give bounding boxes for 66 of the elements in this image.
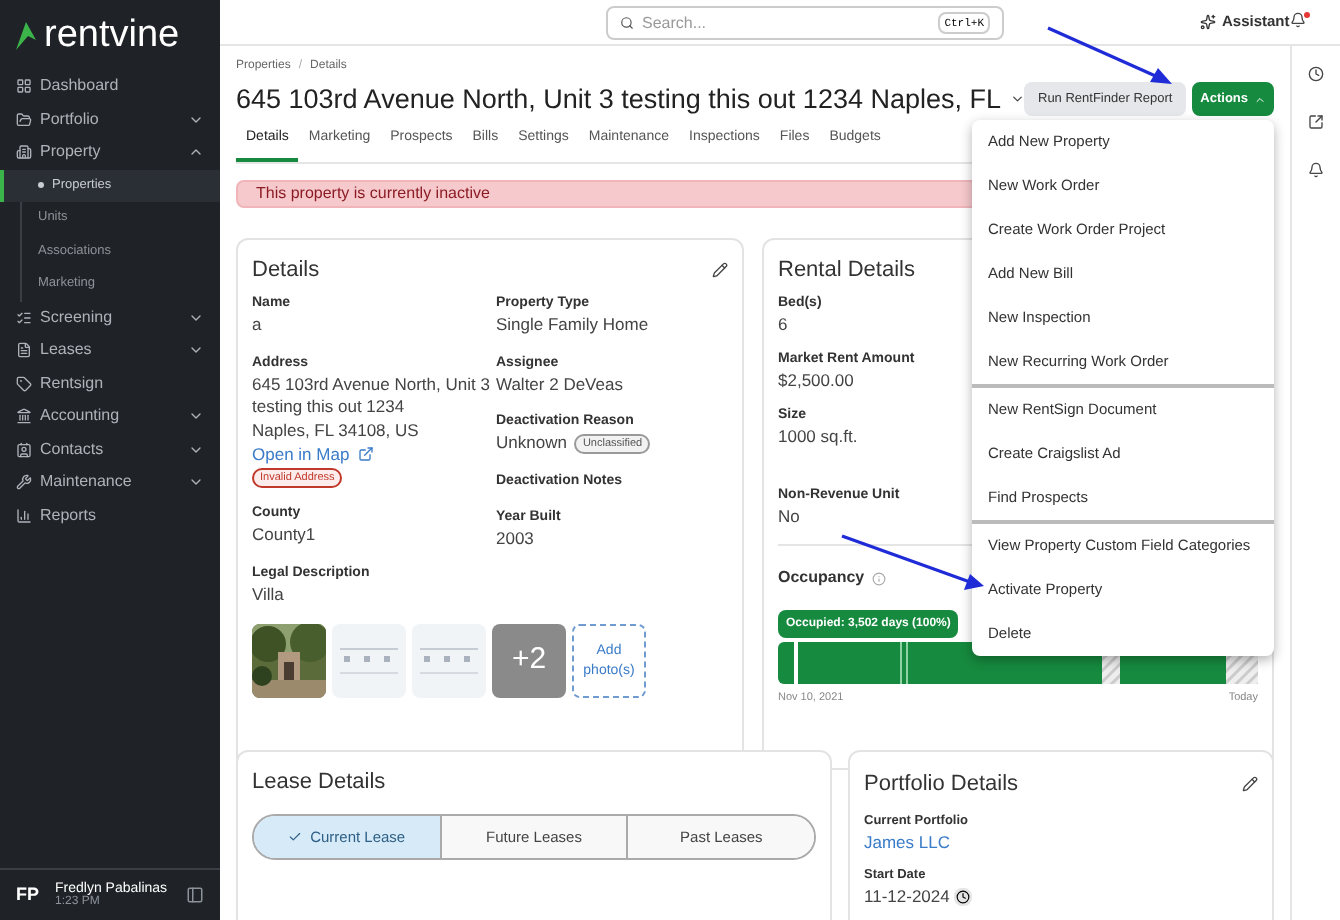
bullet-icon <box>38 182 44 189</box>
sidebar-item[interactable]: Leases <box>0 334 220 367</box>
sparkle-icon <box>1200 13 1216 30</box>
grid-icon <box>16 78 32 95</box>
card-title: Rental Details <box>778 255 915 285</box>
bell-icon <box>1290 12 1306 28</box>
field-value: a <box>252 314 262 337</box>
tag-icon <box>16 375 32 392</box>
bell-icon[interactable] <box>1308 162 1324 178</box>
chevron-down-icon[interactable] <box>1009 90 1024 108</box>
field-value: Single Family Home <box>496 314 649 337</box>
annotation-arrow <box>1047 26 1172 84</box>
open-in-map-link[interactable]: Open in Map <box>252 442 374 466</box>
occupancy-title: Occupancy <box>778 566 865 590</box>
sidebar-item[interactable]: Contacts <box>0 433 220 466</box>
card-title: Portfolio Details <box>864 769 1019 799</box>
clock-icon <box>955 889 970 903</box>
info-icon <box>872 571 887 585</box>
logo-icon <box>16 21 36 49</box>
field-value: Walter 2 DeVeas <box>496 373 623 396</box>
external-link-icon <box>357 446 374 462</box>
notification-button[interactable] <box>1290 12 1310 32</box>
history-icon[interactable] <box>1308 66 1324 82</box>
wrench-icon <box>16 474 32 491</box>
card-title: Details <box>252 255 320 285</box>
contact-card-icon <box>16 441 32 458</box>
building-icon <box>16 144 32 161</box>
user-initials: FP <box>16 881 40 908</box>
field-value: 645 103rd Avenue North, Unit 3 <box>252 373 490 396</box>
sidebar-item[interactable]: Dashboard <box>0 70 220 103</box>
field-value: $2,500.00 <box>778 370 854 392</box>
sidebar-item[interactable]: Portfolio <box>0 103 220 136</box>
search-icon <box>620 16 634 30</box>
field-value: 1000 sq.ft. <box>778 426 858 448</box>
brand-name: rentvine <box>44 16 180 54</box>
sidebar-item[interactable]: Property <box>0 136 220 169</box>
field-value: County1 <box>252 524 316 547</box>
chevron-up-icon <box>1254 93 1267 105</box>
edit-icon[interactable] <box>712 261 728 278</box>
field-value: No <box>778 506 800 528</box>
field-value: 6 <box>778 314 788 336</box>
field-value: testing this out 1234 <box>252 396 405 419</box>
sidebar-item[interactable]: Screening <box>0 301 220 334</box>
field-value: Naples, FL 34108, US <box>252 419 419 442</box>
clock-button[interactable] <box>953 887 972 905</box>
sidebar-item[interactable]: Maintenance <box>0 466 220 499</box>
check-icon <box>288 830 303 844</box>
checklist-icon <box>16 309 32 326</box>
sidebar-item[interactable]: Accounting <box>0 400 220 433</box>
edit-icon[interactable] <box>1242 775 1258 792</box>
collapse-sidebar-icon[interactable] <box>186 886 204 904</box>
search-field[interactable]: Search... <box>642 11 931 35</box>
external-link-icon[interactable] <box>1308 114 1324 130</box>
folder-icon <box>16 111 32 128</box>
portfolio-link[interactable]: James LLC <box>864 830 950 854</box>
field-value: Unknown <box>496 432 567 455</box>
page-title: 645 103rd Avenue North, Unit 3 testing this out 1234 Naples, FL <box>236 85 1001 113</box>
card-title: Lease Details <box>252 767 388 797</box>
sidebar-item[interactable]: Rentsign <box>0 367 220 400</box>
document-icon <box>16 342 32 359</box>
field-value: Villa <box>252 583 284 606</box>
field-value: 11-12-2024 <box>864 884 950 908</box>
field-value: 2003 <box>496 527 534 550</box>
sidebar-item[interactable]: Reports <box>0 499 220 532</box>
bar-chart-icon <box>16 507 32 524</box>
bank-icon <box>16 408 32 425</box>
